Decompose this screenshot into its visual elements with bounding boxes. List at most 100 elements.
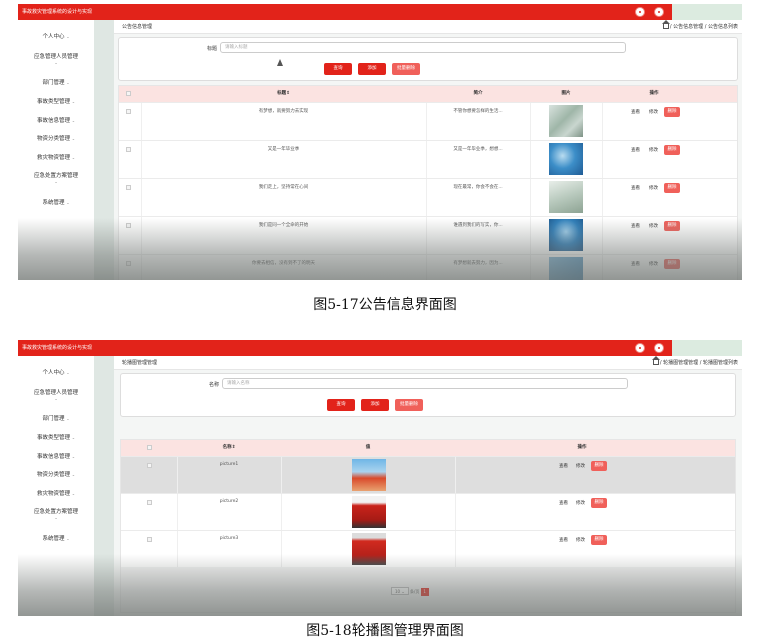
sidebar-item-accident-type[interactable]: 事故类型管理 ⌄ <box>18 97 94 105</box>
edit-link[interactable]: 修改 <box>649 223 658 229</box>
main-content: 公告信息管理 / 公告信息管理 / 公告信息列表 标题 请输入标题 查询 添加 … <box>114 20 742 280</box>
row-title: 有梦想，就要努力去实现 <box>258 109 309 114</box>
query-button[interactable]: 查询 <box>324 63 352 75</box>
breadcrumb-bar: 轮播图管理管理 / 轮播图管理管理 / 轮播图管理列表 <box>114 356 742 370</box>
logout-icon[interactable] <box>654 343 664 353</box>
logout-icon[interactable] <box>654 7 664 17</box>
delete-button[interactable]: 删除 <box>664 183 680 193</box>
page-title: 公告信息管理 <box>122 24 153 30</box>
search-label: 标题 <box>207 46 218 52</box>
sidebar-item-profile[interactable]: 个人中心 ⌄ <box>18 32 94 40</box>
sidebar: 个人中心 ⌄ 应急管理人员管理 ⌄ 部门管理 ⌄ 事故类型管理 ⌄ 事故信息管理 … <box>18 356 94 616</box>
search-input[interactable]: 请输入标题 <box>220 42 626 53</box>
table-row: 又是一年毕业季 又是一年毕业季，想想... 查看 修改 删除 <box>119 140 737 178</box>
row-name: picture3 <box>219 536 239 541</box>
screenshot-carousel: 事故救灾管理系统的设计与实现 个人中心 ⌄ 应急管理人员管理 ⌄ 部门管理 ⌄ 事… <box>18 340 742 616</box>
sidebar-item-emergency-plan[interactable]: 应急处置方案管理 ⌄ <box>18 171 94 185</box>
row-checkbox[interactable] <box>126 185 131 190</box>
row-intro: 现在最常，你会不会在... <box>453 185 503 190</box>
sidebar-item-accident-info[interactable]: 事故信息管理 ⌄ <box>18 452 94 460</box>
page-size-select[interactable]: 10 ⌄ <box>391 587 409 595</box>
batch-delete-button[interactable]: 批量删除 <box>395 399 423 411</box>
sidebar-item-accident-info[interactable]: 事故信息管理 ⌄ <box>18 116 94 124</box>
delete-button[interactable]: 删除 <box>664 221 680 231</box>
row-checkbox[interactable] <box>147 500 152 505</box>
sidebar-item-staff[interactable]: 应急管理人员管理 ⌄ <box>18 388 94 402</box>
column-value: 值 <box>365 445 371 450</box>
edit-link[interactable]: 修改 <box>649 261 658 267</box>
sidebar-item-material-category[interactable]: 物资分类管理 ⌄ <box>18 134 94 142</box>
row-checkbox[interactable] <box>126 147 131 152</box>
sidebar-item-relief-material[interactable]: 救灾物资管理 ⌄ <box>18 153 94 161</box>
sidebar-item-staff[interactable]: 应急管理人员管理 ⌄ <box>18 52 94 66</box>
home-icon[interactable] <box>661 20 670 29</box>
sidebar-item-profile[interactable]: 个人中心 ⌄ <box>18 368 94 376</box>
home-icon[interactable] <box>651 356 660 365</box>
view-link[interactable]: 查看 <box>559 500 568 506</box>
user-icon[interactable] <box>635 7 645 17</box>
sidebar-item-system[interactable]: 系统管理 ⌄ <box>18 534 94 542</box>
table-row: picture2 查看 修改 删除 <box>121 493 735 530</box>
delete-button[interactable]: 删除 <box>664 145 680 155</box>
table-row: 有梦想，就要努力去实现 不管你想要怎样的生活... 查看 修改 删除 <box>119 102 737 140</box>
column-action: 操作 <box>649 91 659 96</box>
sidebar-item-accident-type[interactable]: 事故类型管理 ⌄ <box>18 433 94 441</box>
view-link[interactable]: 查看 <box>631 185 640 191</box>
view-link[interactable]: 查看 <box>631 223 640 229</box>
select-all-checkbox[interactable] <box>126 91 131 96</box>
add-button[interactable]: 添加 <box>358 63 386 75</box>
row-name: picture2 <box>219 499 239 504</box>
table-row: 你要去相信，没有到不了的明天 有梦想就去努力，因为... 查看 修改 删除 <box>119 254 737 280</box>
sidebar-item-material-category[interactable]: 物资分类管理 ⌄ <box>18 470 94 478</box>
column-intro: 简介 <box>473 91 483 96</box>
sidebar-item-relief-material[interactable]: 救灾物资管理 ⌄ <box>18 489 94 497</box>
select-all-checkbox[interactable] <box>147 445 152 450</box>
sidebar-item-system[interactable]: 系统管理 ⌄ <box>18 198 94 206</box>
query-button[interactable]: 查询 <box>327 399 355 411</box>
page-number-current[interactable]: 1 <box>420 588 429 596</box>
edit-link[interactable]: 修改 <box>576 500 585 506</box>
view-link[interactable]: 查看 <box>559 463 568 469</box>
sidebar-item-department[interactable]: 部门管理 ⌄ <box>18 414 94 422</box>
row-image <box>549 257 583 280</box>
batch-delete-button[interactable]: 批量删除 <box>392 63 420 75</box>
column-title[interactable]: 标题⇕ <box>141 86 426 102</box>
row-checkbox[interactable] <box>147 463 152 468</box>
edit-link[interactable]: 修改 <box>576 463 585 469</box>
row-image <box>352 533 386 565</box>
edit-link[interactable]: 修改 <box>649 147 658 153</box>
row-image <box>549 105 583 137</box>
view-link[interactable]: 查看 <box>631 261 640 267</box>
edit-link[interactable]: 修改 <box>649 185 658 191</box>
column-name[interactable]: 名称⇕ <box>177 440 281 456</box>
table-header: 标题⇕ 简介 图片 操作 <box>119 86 737 102</box>
column-action: 操作 <box>577 445 587 450</box>
row-intro: 谁遇到我们的写实，你... <box>453 223 503 228</box>
view-link[interactable]: 查看 <box>559 537 568 543</box>
per-page-label: 条/页 <box>410 589 420 594</box>
delete-button[interactable]: 删除 <box>664 259 680 269</box>
edit-link[interactable]: 修改 <box>576 537 585 543</box>
row-name: picture1 <box>219 462 239 467</box>
view-link[interactable]: 查看 <box>631 109 640 115</box>
column-image: 图片 <box>561 91 571 96</box>
delete-button[interactable]: 删除 <box>664 107 680 117</box>
delete-button[interactable]: 删除 <box>591 498 607 508</box>
search-input[interactable]: 请输入名称 <box>222 378 628 389</box>
delete-button[interactable]: 删除 <box>591 535 607 545</box>
view-link[interactable]: 查看 <box>631 147 640 153</box>
sidebar-item-emergency-plan[interactable]: 应急处置方案管理 ⌄ <box>18 507 94 521</box>
edit-link[interactable]: 修改 <box>649 109 658 115</box>
row-image <box>549 143 583 175</box>
add-button[interactable]: 添加 <box>361 399 389 411</box>
row-checkbox[interactable] <box>126 261 131 266</box>
delete-button[interactable]: 删除 <box>591 461 607 471</box>
row-checkbox[interactable] <box>147 537 152 542</box>
row-checkbox[interactable] <box>126 223 131 228</box>
row-intro: 又是一年毕业季，想想... <box>453 147 503 152</box>
row-checkbox[interactable] <box>126 109 131 114</box>
row-image <box>549 181 583 213</box>
row-title: 我们是同一个全命的开始 <box>258 223 309 228</box>
sidebar-item-department[interactable]: 部门管理 ⌄ <box>18 78 94 86</box>
user-icon[interactable] <box>635 343 645 353</box>
